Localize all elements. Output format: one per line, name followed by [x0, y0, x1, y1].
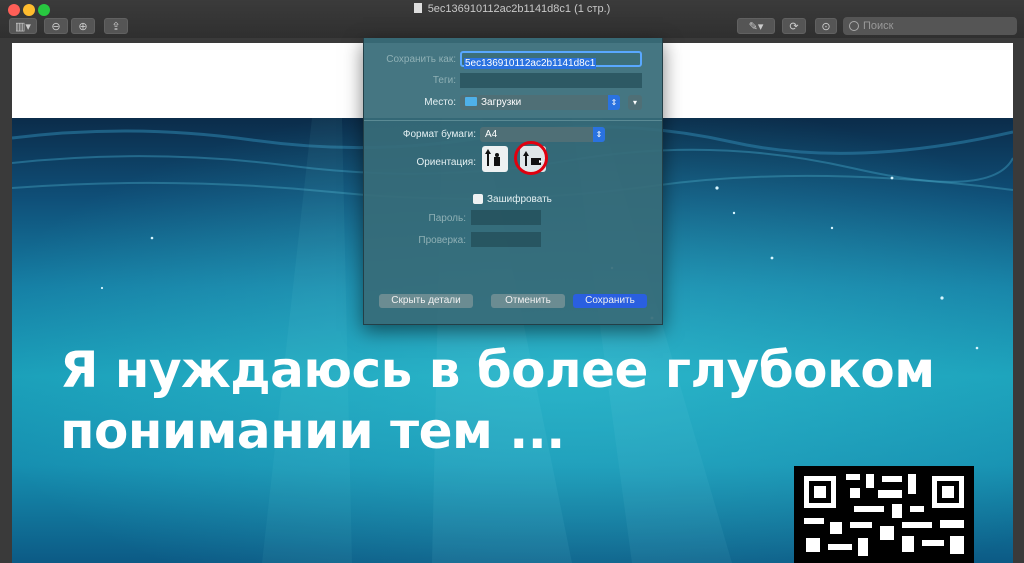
- encrypt-label: Зашифровать: [487, 194, 552, 205]
- headline-line-1: Я нуждаюсь в более глубоком: [60, 341, 935, 399]
- dialog-divider: [364, 120, 662, 121]
- zoom-in-icon: ⊕: [78, 21, 88, 33]
- save-as-value: 5ec136910112ac2b1141d8c1: [464, 58, 597, 69]
- encrypt-checkbox[interactable]: [473, 194, 483, 204]
- tags-label: Теги:: [432, 75, 456, 86]
- markup-button[interactable]: ✎▾: [737, 18, 775, 34]
- location-select[interactable]: Загрузки ⇕: [460, 95, 620, 110]
- search-icon: [849, 21, 859, 31]
- tags-input[interactable]: [460, 73, 642, 88]
- search-placeholder: Поиск: [863, 20, 894, 32]
- document-headline: Я нуждаюсь в более глубоком понимании те…: [60, 340, 935, 462]
- password-label: Пароль:: [428, 213, 466, 224]
- headline-line-2: понимании тем ...: [60, 402, 565, 460]
- chevron-updown-icon: ⇕: [593, 127, 605, 142]
- password-input[interactable]: [471, 210, 541, 225]
- verify-input[interactable]: [471, 232, 541, 247]
- annotate-icon: ⊙: [821, 21, 831, 33]
- document-icon: [413, 3, 422, 13]
- portrait-icon: [485, 149, 500, 166]
- window-titlebar: 5ec136910112ac2b1141d8c1 (1 стр.) ▥▾ ⊖ ⊕…: [0, 0, 1024, 39]
- zoom-in-button[interactable]: ⊕: [71, 18, 95, 34]
- paper-format-select[interactable]: A4 ⇕: [480, 127, 605, 142]
- zoom-out-button[interactable]: ⊖: [44, 18, 68, 34]
- sidebar-icon: ▥▾: [15, 21, 31, 33]
- paper-format-label: Формат бумаги:: [402, 129, 476, 140]
- sidebar-toggle-button[interactable]: ▥▾: [9, 18, 37, 34]
- pen-icon: ✎▾: [748, 21, 764, 33]
- qr-code-image: [794, 466, 974, 563]
- chevron-updown-icon: ⇕: [608, 95, 620, 110]
- save-button[interactable]: Сохранить: [573, 294, 647, 308]
- hide-details-button[interactable]: Скрыть детали: [379, 294, 473, 308]
- orientation-label: Ориентация:: [416, 157, 476, 168]
- location-label: Место:: [424, 97, 456, 108]
- expand-location-button[interactable]: ▾: [628, 95, 642, 110]
- rotate-icon: ⟳: [789, 21, 799, 33]
- save-as-label: Сохранить как:: [386, 54, 456, 65]
- verify-label: Проверка:: [418, 235, 466, 246]
- folder-icon: [465, 97, 477, 106]
- paper-format-value: A4: [485, 129, 498, 140]
- highlight-circle: [514, 141, 548, 175]
- cancel-button[interactable]: Отменить: [491, 294, 565, 308]
- search-input[interactable]: Поиск: [843, 17, 1017, 35]
- location-value: Загрузки: [481, 97, 522, 108]
- share-icon: ⇪: [111, 21, 121, 33]
- save-dialog: Сохранить как: 5ec136910112ac2b1141d8c1 …: [363, 38, 663, 325]
- rotate-button[interactable]: ⟳: [782, 18, 806, 34]
- portrait-orientation-button[interactable]: [482, 146, 508, 172]
- window-title: 5ec136910112ac2b1141d8c1 (1 стр.): [0, 3, 1024, 15]
- annotate-button[interactable]: ⊙: [815, 18, 837, 34]
- zoom-out-icon: ⊖: [51, 21, 61, 33]
- save-as-input[interactable]: 5ec136910112ac2b1141d8c1: [460, 51, 642, 69]
- share-button[interactable]: ⇪: [104, 18, 128, 34]
- chevron-down-icon: ▾: [632, 98, 637, 107]
